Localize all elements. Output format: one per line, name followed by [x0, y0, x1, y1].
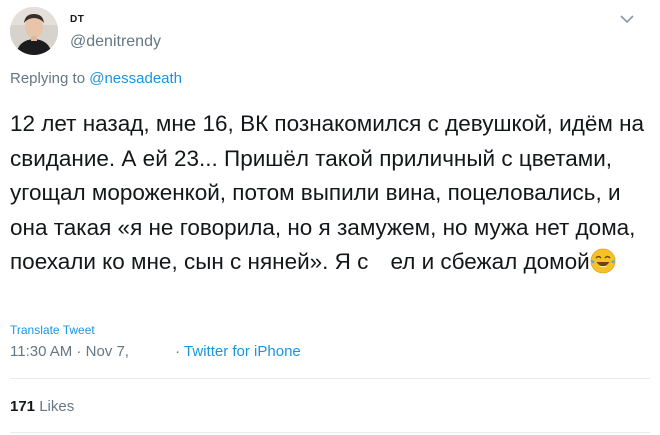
likes-label: Likes [39, 398, 75, 415]
replying-to-label: Replying to [10, 70, 90, 87]
tweet-text-tail: ел и сбежал домой [390, 249, 590, 274]
tweet-metadata: 11:30 AM · Nov 7, · Twitter for iPhone [10, 343, 301, 360]
avatar-image [10, 7, 58, 55]
meta-separator: · [72, 343, 86, 360]
tweet-card: DT @denitrendy Replying to @nessadeath 1… [0, 0, 660, 435]
divider [10, 432, 650, 433]
likes-count: 171 [10, 398, 36, 415]
divider [10, 378, 650, 379]
likes-stat[interactable]: 171 Likes [10, 398, 74, 415]
reply-mention-link[interactable]: @nessadeath [89, 70, 182, 87]
meta-separator-2: · [170, 343, 185, 360]
avatar[interactable] [10, 7, 58, 55]
chevron-down-icon[interactable] [619, 12, 635, 24]
display-name[interactable]: DT [70, 14, 84, 25]
tweet-date[interactable]: Nov 7, [86, 343, 129, 360]
user-handle[interactable]: @denitrendy [70, 33, 161, 51]
tweet-time[interactable]: 11:30 AM [10, 343, 72, 360]
tweet-text: 12 лет назад, мне 16, ВК познакомился с … [10, 107, 650, 280]
replying-to-line: Replying to @nessadeath [10, 70, 182, 87]
tweet-client-link[interactable]: Twitter for iPhone [184, 343, 301, 360]
face-with-tears-of-joy-icon [590, 248, 616, 274]
translate-tweet-link[interactable]: Translate Tweet [10, 323, 95, 337]
